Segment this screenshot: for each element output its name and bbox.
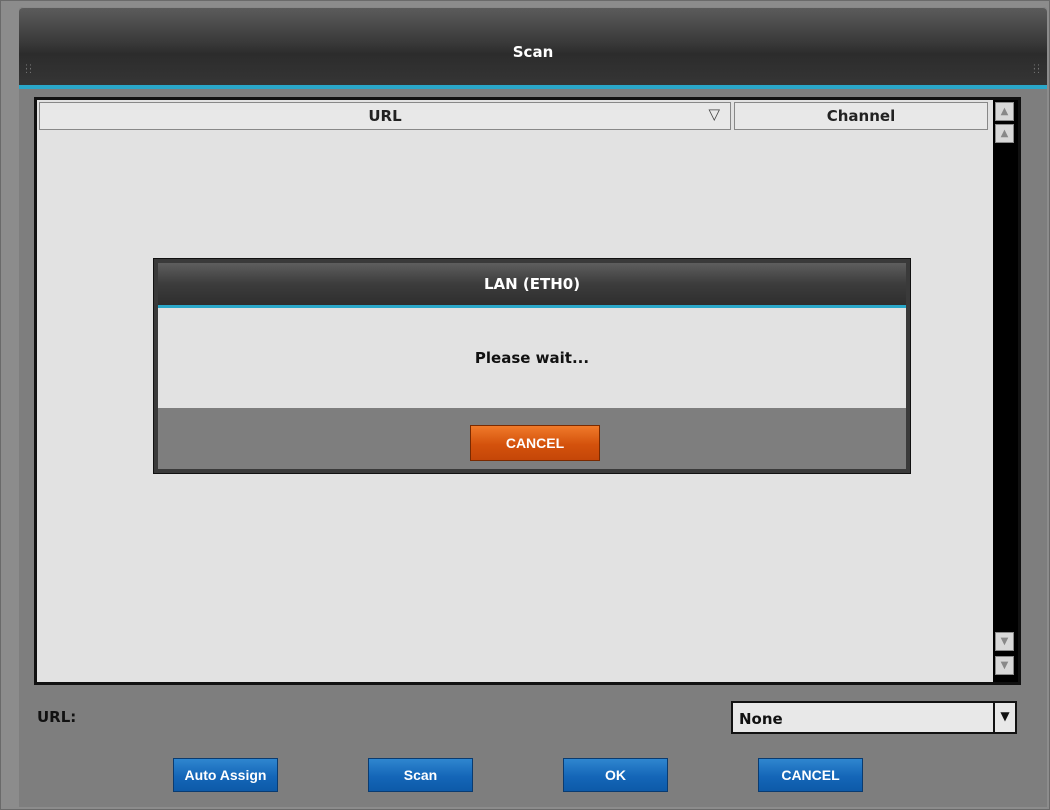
- ok-button[interactable]: OK: [563, 758, 668, 792]
- window-title: Scan: [512, 43, 554, 61]
- dialog-cancel-button[interactable]: CANCEL: [470, 425, 600, 461]
- url-label: URL:: [37, 708, 77, 726]
- sort-down-icon[interactable]: ▽: [708, 105, 720, 123]
- scroll-top-icon[interactable]: ▲: [995, 102, 1014, 121]
- grip-left-icon: ::::: [25, 62, 34, 76]
- dialog-title: LAN (ETH0): [158, 263, 906, 305]
- dialog-footer: CANCEL: [158, 408, 906, 469]
- column-header-channel[interactable]: Channel: [734, 102, 988, 130]
- auto-assign-button[interactable]: Auto Assign: [173, 758, 278, 792]
- vertical-scrollbar[interactable]: ▲ ▲ ▼ ▼: [993, 100, 1018, 682]
- column-header-url[interactable]: URL ▽: [39, 102, 731, 130]
- scroll-bottom-icon[interactable]: ▼: [995, 656, 1014, 675]
- title-bar[interactable]: :::: Scan ::::: [19, 7, 1047, 85]
- scan-window: :::: Scan :::: URL ▽ Channel ▲ ▲ ▼ ▼ LAN…: [0, 0, 1050, 810]
- url-select[interactable]: None ▼: [731, 701, 1017, 734]
- scan-button[interactable]: Scan: [368, 758, 473, 792]
- progress-dialog: LAN (ETH0) Please wait... CANCEL: [153, 258, 911, 474]
- chevron-down-icon[interactable]: ▼: [993, 703, 1015, 732]
- cancel-button[interactable]: CANCEL: [758, 758, 863, 792]
- scroll-down-icon[interactable]: ▼: [995, 632, 1014, 651]
- column-header-url-label: URL: [368, 107, 402, 125]
- column-header-channel-label: Channel: [826, 107, 896, 125]
- url-select-value: None: [739, 710, 783, 728]
- dialog-message: Please wait...: [158, 308, 906, 408]
- grip-right-icon: ::::: [1032, 62, 1041, 76]
- scroll-up-icon[interactable]: ▲: [995, 124, 1014, 143]
